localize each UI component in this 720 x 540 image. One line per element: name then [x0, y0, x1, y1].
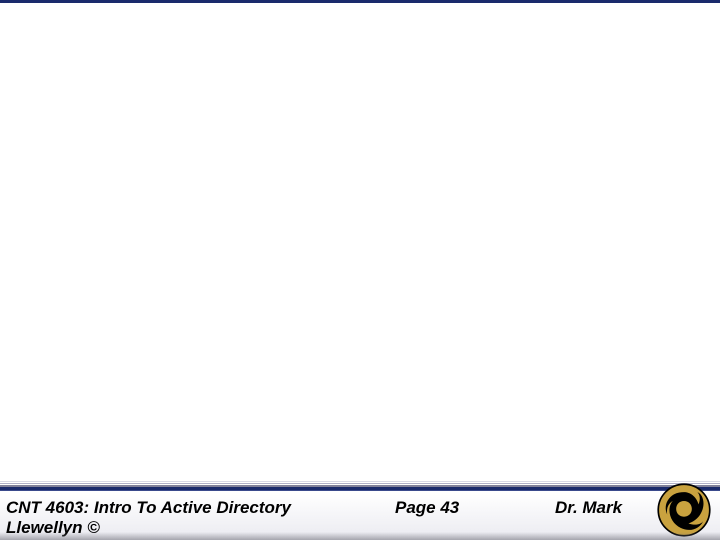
- pegasus-logo-icon: [656, 482, 712, 538]
- slide-footer: CNT 4603: Intro To Active Directory Llew…: [0, 480, 720, 540]
- footer-divider-lines: [0, 480, 720, 494]
- author-name: Dr. Mark: [555, 498, 622, 518]
- slide-container: CNT 4603: Intro To Active Directory Llew…: [0, 0, 720, 540]
- page-number: Page 43: [395, 498, 459, 518]
- slide-body-empty: [0, 6, 720, 480]
- footer-bar: CNT 4603: Intro To Active Directory Llew…: [0, 494, 720, 540]
- footer-bottom-shadow: [0, 532, 720, 540]
- course-title-text: CNT 4603: Intro To Active Directory: [6, 498, 291, 517]
